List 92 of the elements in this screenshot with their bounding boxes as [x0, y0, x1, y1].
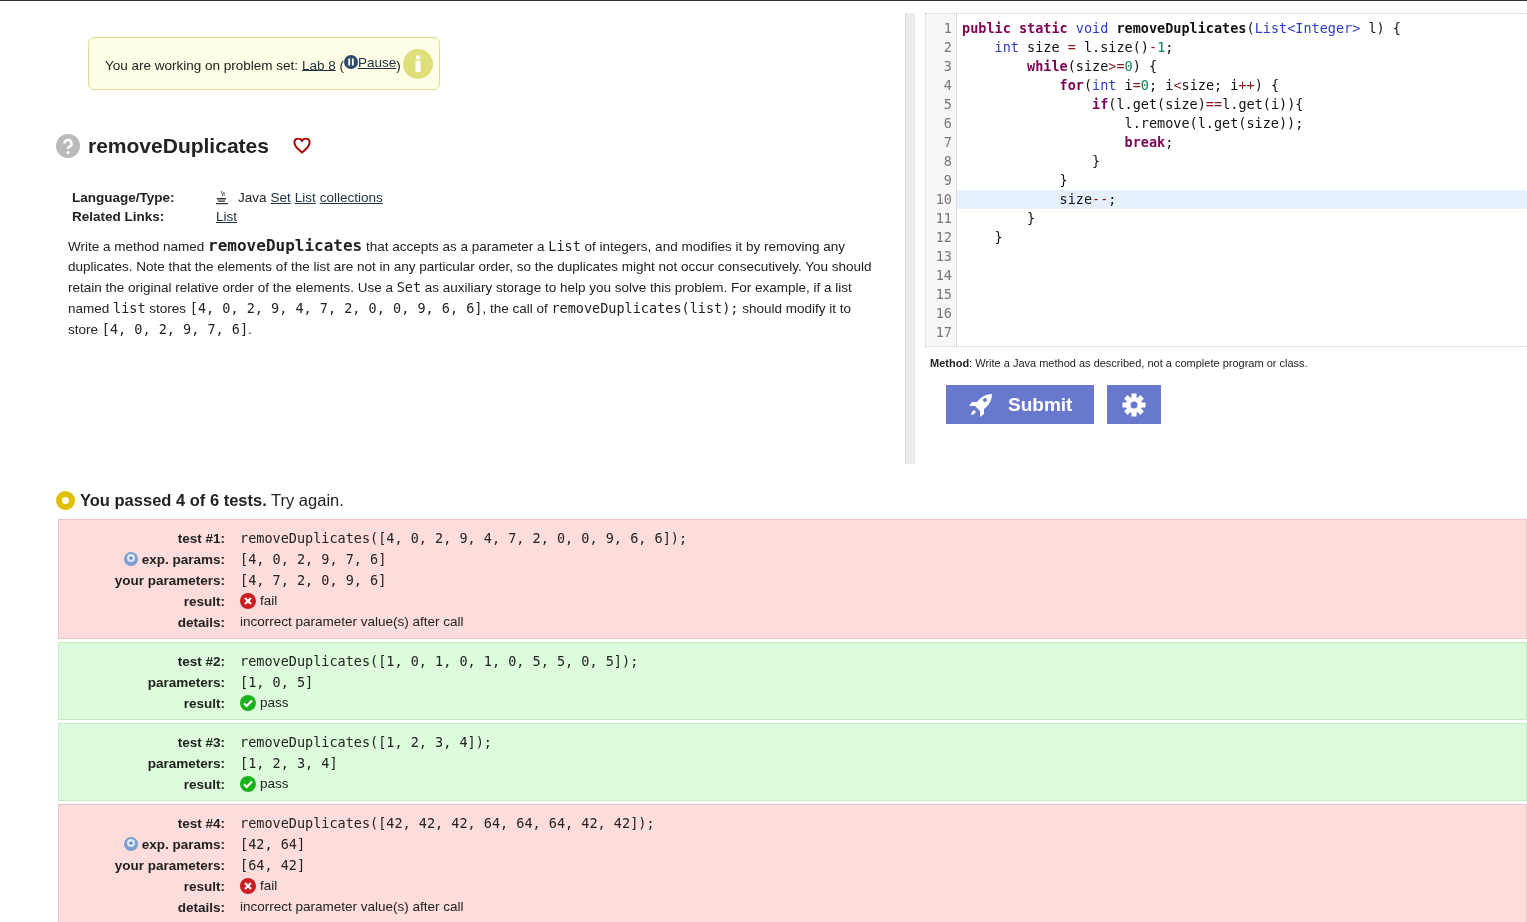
method-hint: Method: Write a Java method as described, not a complete program or class. [930, 357, 1309, 369]
row-label: parameters: [147, 674, 225, 690]
line-number: 4 [942, 76, 953, 95]
error-icon [240, 593, 256, 609]
line-number: 17 [934, 323, 953, 342]
line-number: 6 [942, 114, 953, 133]
row-label: result: [183, 695, 225, 711]
pause-icon [343, 55, 358, 70]
row-label: details: [177, 614, 225, 630]
check-icon [240, 776, 256, 792]
row-label: test #2: [177, 653, 225, 669]
code-line: for(int i=0; i<size; i++) { [1058, 77, 1280, 93]
code-value: [1, 0, 5] [240, 673, 314, 692]
code-value: removeDuplicates([42, 42, 42, 64, 64, 64, 42, 42]); [240, 814, 655, 833]
line-number: 1 [942, 19, 953, 38]
line-number: 14 [934, 266, 953, 285]
settings-icon [1121, 391, 1148, 418]
row-label: result: [183, 593, 225, 609]
check-icon [240, 695, 256, 711]
code-line: l.remove(l.get(size)); [1123, 115, 1304, 131]
pause-link[interactable]: Pause [343, 54, 397, 70]
row-label: details: [177, 899, 225, 915]
coffee-cup-icon [216, 190, 228, 205]
problem-description: Write a method named removeDuplicates that accepts as a parameter a List of integers, and modifies it by removing any duplicates. Note that the elements of the list are not in any particular order, so the duplicates might not occur consecutively. You should retain the original relative order of the elements. Use a Set as auxiliary storage to help you solve this problem. For example, if a list named list stores [4, 0, 2, 9, 4, 7, 2, 0, 0, 9, 6, 6], the call of removeDuplicates(list); should modify it to store [4, 0, 2, 9, 7, 6]. [68, 236, 873, 339]
line-number: 15 [934, 285, 953, 304]
results-summary: You passed 4 of 6 tests. Try again. [80, 491, 344, 510]
line-number: 13 [934, 247, 953, 266]
rocket-icon [968, 392, 994, 417]
topic-link[interactable]: List [294, 188, 316, 207]
code-line: int size = l.size()-1; [993, 39, 1174, 55]
help-icon[interactable] [56, 134, 80, 158]
info-icon[interactable] [402, 48, 433, 79]
code-line: } [993, 229, 1003, 245]
detail-text: incorrect parameter value(s) after call [240, 898, 464, 916]
row-label: your parameters: [114, 857, 225, 873]
help-icon[interactable] [123, 837, 138, 851]
line-number: 11 [934, 209, 953, 228]
field-label: Related Links: [72, 208, 166, 226]
splitter-bar[interactable] [905, 13, 915, 464]
line-number: 12 [934, 228, 953, 247]
line-number: 9 [942, 171, 953, 190]
problem-set-link[interactable]: Lab 8 [301, 57, 336, 73]
row-label: parameters: [147, 755, 225, 771]
code-value: [4, 0, 2, 9, 7, 6] [240, 550, 387, 569]
result-text: fail [260, 877, 278, 895]
submit-button[interactable]: Submit [946, 385, 1095, 424]
code-value: removeDuplicates([1, 2, 3, 4]); [240, 733, 492, 752]
row-label: exp. params: [141, 836, 225, 852]
code-value: [42, 64] [240, 835, 306, 854]
help-icon[interactable] [123, 552, 138, 566]
line-number: 8 [942, 152, 953, 171]
line-number: 3 [942, 57, 953, 76]
notice-text: You are working on problem set: Lab 8 ( Pause) [105, 54, 401, 73]
topic-link[interactable]: Set [270, 188, 291, 207]
detail-text: incorrect parameter value(s) after call [240, 613, 464, 631]
code-line: } [1026, 210, 1036, 226]
code-value: [64, 42] [240, 856, 306, 875]
field-label: Language/Type: [72, 189, 176, 207]
code-line: } [1091, 153, 1101, 169]
row-label: test #4: [177, 815, 225, 831]
result-text: pass [260, 775, 289, 793]
language-label: Java [238, 189, 267, 207]
row-label: result: [183, 878, 225, 894]
heart-icon[interactable] [292, 138, 311, 154]
code-value: removeDuplicates([1, 0, 1, 0, 1, 0, 5, 5, 0, 5]); [240, 652, 639, 671]
status-icon [56, 491, 75, 510]
row-label: your parameters: [114, 572, 225, 588]
topic-link[interactable]: List [216, 207, 237, 226]
line-number: 16 [934, 304, 953, 323]
row-label: result: [183, 776, 225, 792]
code-line: public static void removeDuplicates(List<Integer> l) { [962, 20, 1401, 36]
row-label: exp. params: [141, 551, 225, 567]
code-line: break; [1123, 134, 1174, 150]
code-value: [4, 7, 2, 0, 9, 6] [240, 571, 387, 590]
code-line: size--; [1058, 191, 1117, 207]
error-icon [240, 878, 256, 894]
line-number: 10 [934, 190, 953, 209]
line-number: 2 [942, 38, 953, 57]
code-value: [1, 2, 3, 4] [240, 754, 338, 773]
settings-button[interactable] [1107, 385, 1162, 424]
code-line: if(l.get(size)==l.get(i)){ [1091, 96, 1304, 112]
row-label: test #3: [177, 734, 225, 750]
code-line: } [1058, 172, 1068, 188]
problem-title: removeDuplicates [88, 134, 269, 158]
topic-link[interactable]: collections [319, 188, 383, 207]
result-text: fail [260, 592, 278, 610]
row-label: test #1: [177, 530, 225, 546]
line-number: 5 [942, 95, 953, 114]
line-number: 7 [942, 133, 953, 152]
result-text: pass [260, 694, 289, 712]
code-value: removeDuplicates([4, 0, 2, 9, 4, 7, 2, 0, 0, 9, 6, 6]); [240, 529, 688, 548]
code-line: while(size>=0) { [1026, 58, 1158, 74]
